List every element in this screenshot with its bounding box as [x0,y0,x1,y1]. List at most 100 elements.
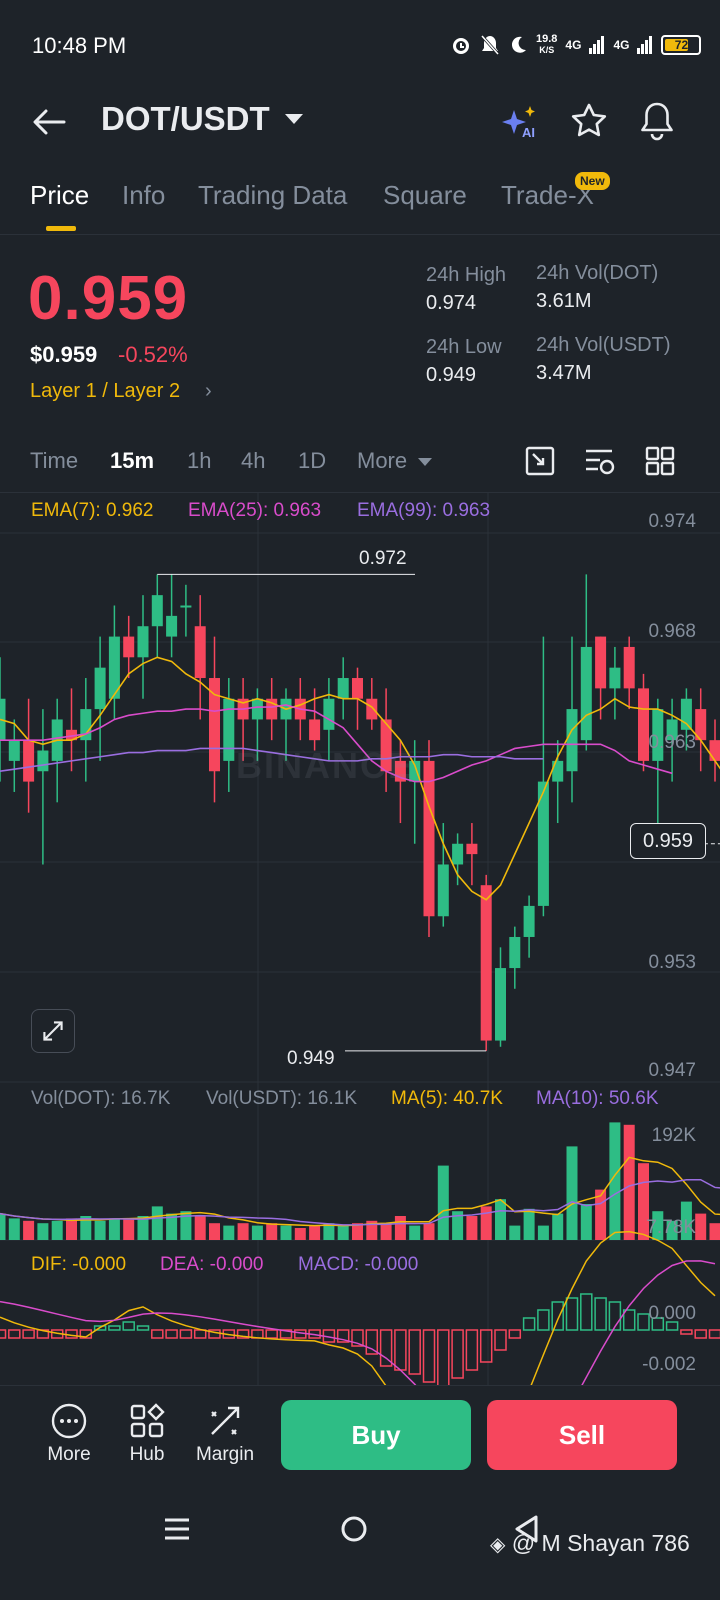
macd-bar [151,1329,164,1339]
more-label: More [47,1444,91,1465]
fullscreen-expand-icon[interactable] [31,1009,75,1053]
candle-body [552,760,564,782]
vol-usdt-legend: Vol(USDT): 16.1K [206,1088,357,1109]
macd-bar [465,1329,479,1371]
volume-bar [108,1218,120,1240]
ema7-legend: EMA(7): 0.962 [31,500,154,521]
macd-axis-label: -0.002 [642,1354,696,1375]
macd-bar [508,1329,522,1339]
hub-label: Hub [129,1444,165,1465]
margin-icon [211,1406,240,1435]
macd-bar [165,1329,178,1339]
candle-body [423,760,435,917]
more-button[interactable]: More [34,1402,104,1466]
macd-bar [179,1329,193,1339]
binance-watermark: BINANCE [236,745,415,786]
volume-bar [695,1213,707,1240]
candle-body [223,698,235,761]
candlestick-chart[interactable] [0,0,720,1385]
volume-bar [394,1216,406,1240]
margin-label: Margin [195,1444,255,1465]
candle-body [166,615,178,637]
volume-bar [151,1206,163,1240]
volume-bar [194,1216,206,1240]
macd-bar [193,1329,207,1339]
macd-bar [680,1329,693,1335]
hub-icon [130,1403,165,1438]
macd-bar [0,1329,7,1339]
macd-bar [551,1301,564,1331]
macd-bar [265,1329,278,1339]
volume-bar [223,1225,235,1240]
macd-bar [537,1309,550,1331]
candle-body [709,740,720,761]
macd-bar [122,1321,135,1331]
volume-bar [423,1223,435,1240]
volume-bar [294,1228,306,1240]
volume-bar [380,1223,392,1240]
macd-legend: MACD: -0.000 [298,1254,419,1275]
candle-body [609,667,621,689]
vol-axis-label: 7.78K [646,1217,696,1238]
macd-bar [694,1329,707,1339]
y-tick-label: 0.963 [648,732,696,753]
volume-bar [537,1225,549,1240]
macd-bar [580,1293,593,1331]
candle-body [452,843,464,865]
volume-bar [552,1213,564,1240]
macd-bar [451,1329,464,1379]
candle-body [580,646,592,741]
margin-button[interactable]: Margin [190,1402,260,1466]
candle-body [8,740,20,761]
macd-bar [494,1329,507,1351]
candle-body [94,667,106,710]
candle-body [466,843,478,855]
macd-bar [8,1329,21,1339]
candle-body [680,698,692,730]
dif-legend: DIF: -0.000 [31,1254,127,1275]
credit-text: ◈ @ M Shayan 786 [490,1530,690,1557]
sell-button[interactable]: Sell [487,1400,677,1470]
candle-body [523,905,535,937]
volume-bar [66,1218,77,1240]
volume-bar [409,1225,421,1240]
candle-body [595,636,607,689]
volume-bar [37,1223,49,1240]
home-icon[interactable] [337,1512,371,1546]
macd-axis-label: 0.000 [648,1303,696,1324]
candle-body [37,750,49,772]
macd-bar [136,1325,150,1331]
macd-bar [522,1317,536,1331]
candle-body [352,678,363,699]
credit-label: @ M Shayan 786 [511,1530,690,1556]
volume-bar [94,1220,106,1240]
macd-bar [365,1329,379,1355]
volume-bar [266,1223,278,1240]
ema99-legend: EMA(99): 0.963 [357,500,491,521]
y-tick-label: 0.974 [648,511,696,532]
candle-body [437,864,449,917]
volume-bar [337,1225,349,1240]
candle-body [623,646,635,689]
candle-body [495,968,506,1041]
volume-bar [251,1225,263,1240]
diamond-logo-icon: ◈ [490,1534,506,1556]
macd-bar [708,1329,720,1339]
high-marker-label: 0.972 [359,548,407,569]
hub-button[interactable]: Hub [112,1402,182,1466]
candle-body [251,698,263,720]
volume-bar [237,1223,249,1240]
volume-bar [280,1225,292,1240]
candle-body [337,678,349,699]
recent-apps-icon[interactable] [160,1512,194,1546]
buy-button[interactable]: Buy [281,1400,471,1470]
macd-bar [22,1329,35,1339]
y-tick-label: 0.968 [648,621,696,642]
volume-bar [709,1223,720,1240]
candle-body [180,605,192,608]
dea-legend: DEA: -0.000 [160,1254,264,1275]
candle-body [509,936,521,969]
candle-body [366,698,378,720]
volume-bar [495,1199,506,1240]
candle-body [137,626,149,658]
